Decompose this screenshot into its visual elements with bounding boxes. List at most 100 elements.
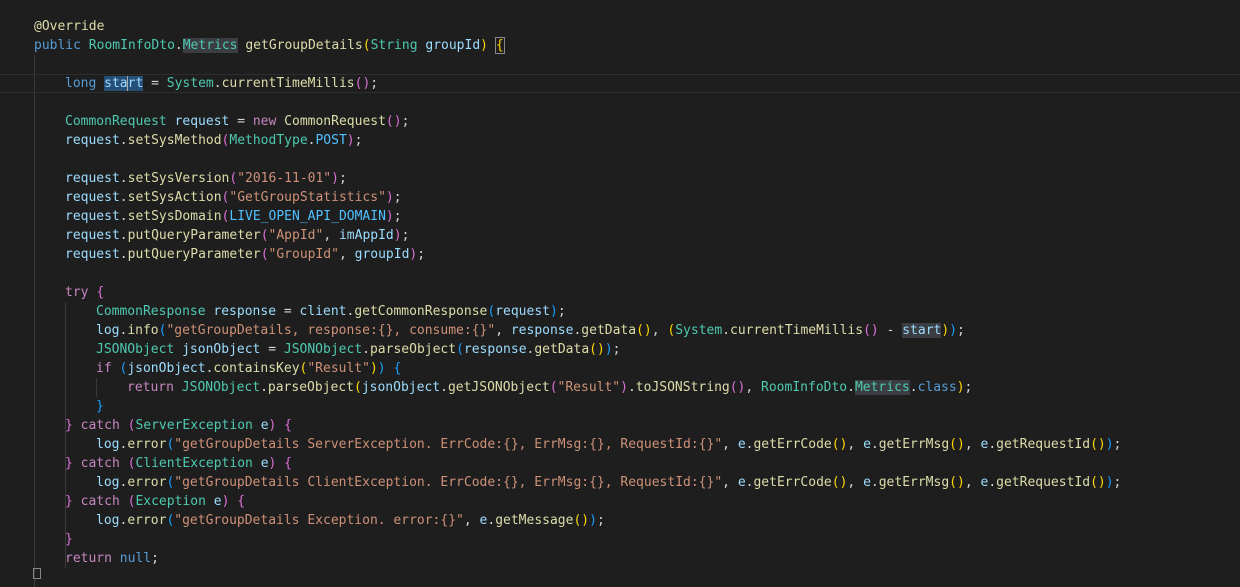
code-line[interactable]: [0, 264, 1240, 283]
code-token: .: [213, 76, 222, 91]
code-token: JSONObject: [96, 342, 175, 357]
code-line[interactable]: log.error("getGroupDetails ServerExcepti…: [0, 435, 1240, 454]
code-token: catch: [80, 418, 128, 433]
code-token: groupId: [354, 247, 410, 262]
code-line[interactable]: log.error("getGroupDetails ClientExcepti…: [0, 473, 1240, 492]
code-token: ;: [557, 304, 566, 319]
code-token: (): [1090, 475, 1106, 490]
code-token: String: [370, 38, 418, 53]
code-token: POST: [315, 133, 347, 148]
code-token: e: [863, 437, 871, 452]
code-token: ;: [612, 342, 621, 357]
code-line[interactable]: request.setSysMethod(MethodType.POST);: [0, 131, 1240, 150]
code-token: (): [863, 323, 879, 338]
code-token: getErrCode: [753, 475, 832, 490]
code-line[interactable]: }: [0, 397, 1240, 416]
code-token: (): [831, 437, 848, 452]
code-token: "Result": [557, 380, 621, 395]
code-line[interactable]: [0, 93, 1240, 112]
code-token: e: [260, 456, 269, 471]
code-token: request: [174, 114, 230, 129]
code-token: .: [847, 380, 855, 395]
code-token: jsonObject: [127, 361, 206, 376]
code-line[interactable]: }: [0, 530, 1240, 549]
code-line[interactable]: } catch (ClientException e) {: [0, 454, 1240, 473]
code-token: e: [737, 437, 746, 452]
code-token: putQueryParameter: [127, 247, 261, 262]
code-line[interactable]: JSONObject jsonObject = JSONObject.parse…: [0, 340, 1240, 359]
code-line[interactable]: CommonRequest request = new CommonReques…: [0, 112, 1240, 131]
code-token: setSysMethod: [127, 133, 222, 148]
code-line[interactable]: log.info("getGroupDetails, response:{}, …: [0, 321, 1240, 340]
code-token: error: [127, 513, 167, 528]
code-token: getGroupDetails: [245, 38, 363, 53]
code-token: ;: [596, 513, 605, 528]
code-token: (): [636, 323, 652, 338]
code-token: if: [96, 361, 120, 376]
code-token: ): [369, 361, 378, 376]
code-line[interactable]: if (jsonObject.containsKey("Result")) {: [0, 359, 1240, 378]
code-token: start: [902, 323, 942, 338]
code-line[interactable]: long start = System.currentTimeMillis();: [0, 74, 1240, 93]
code-token: .: [260, 380, 268, 395]
code-token: getErrMsg: [878, 475, 950, 490]
code-line[interactable]: request.setSysAction("GetGroupStatistics…: [0, 188, 1240, 207]
code-token: (: [362, 38, 371, 53]
code-token: ): [550, 304, 558, 319]
code-token: "GetGroupStatistics": [229, 190, 386, 205]
code-token: (): [831, 475, 848, 490]
code-token: .: [119, 209, 128, 224]
code-token: }: [65, 494, 73, 509]
code-token: null: [119, 551, 152, 566]
code-token: (): [573, 513, 590, 528]
code-line[interactable]: @Override: [0, 17, 1240, 36]
code-token: .: [988, 437, 997, 452]
code-token: (): [949, 475, 965, 490]
code-token: ;: [401, 114, 410, 129]
code-line[interactable]: request.putQueryParameter("GroupId", gro…: [0, 245, 1240, 264]
code-line[interactable]: [0, 55, 1240, 74]
code-token: toJSONString: [635, 380, 730, 395]
code-token: response: [510, 323, 574, 338]
code-token: .: [119, 133, 128, 148]
code-token: ,: [323, 228, 339, 243]
code-line[interactable]: return null;: [0, 549, 1240, 568]
code-line[interactable]: request.setSysDomain(LIVE_OPEN_API_DOMAI…: [0, 207, 1240, 226]
code-token: "AppId": [268, 228, 324, 243]
code-line[interactable]: request.setSysVersion("2016-11-01");: [0, 169, 1240, 188]
code-token: long: [65, 76, 105, 91]
code-line[interactable]: request.putQueryParameter("AppId", imApp…: [0, 226, 1240, 245]
code-line[interactable]: } catch (Exception e) {: [0, 492, 1240, 511]
code-line[interactable]: CommonResponse response = client.getComm…: [0, 302, 1240, 321]
code-line[interactable]: [0, 150, 1240, 169]
code-token: MethodType: [229, 133, 308, 148]
code-token: log: [96, 513, 120, 528]
code-token: ,: [964, 437, 981, 452]
code-token: request: [65, 247, 120, 262]
code-line[interactable]: public RoomInfoDto.Metrics getGroupDetai…: [0, 36, 1240, 55]
code-token: ;: [338, 171, 347, 186]
code-line[interactable]: return JSONObject.parseObject(jsonObject…: [0, 378, 1240, 397]
code-token: ): [385, 190, 394, 205]
code-token: e: [737, 475, 746, 490]
code-line[interactable]: } catch (ServerException e) {: [0, 416, 1240, 435]
code-token: try: [65, 285, 97, 300]
code-token: "getGroupDetails ClientException. ErrCod…: [174, 475, 723, 490]
code-line[interactable]: log.error("getGroupDetails Exception. er…: [0, 511, 1240, 530]
code-token: {: [96, 285, 105, 300]
code-token: ;: [354, 133, 363, 148]
code-editor[interactable]: @Override public RoomInfoDto.Metrics getG…: [0, 0, 1240, 587]
code-token: ): [1105, 437, 1114, 452]
code-token: (: [260, 228, 269, 243]
code-token: "getGroupDetails Exception. error:{}": [174, 513, 464, 528]
code-line[interactable]: try {: [0, 283, 1240, 302]
code-token: return: [65, 551, 120, 566]
code-token: request: [65, 133, 120, 148]
code-token: .: [119, 228, 128, 243]
code-token: catch: [80, 494, 128, 509]
code-token: CommonResponse: [96, 304, 206, 319]
